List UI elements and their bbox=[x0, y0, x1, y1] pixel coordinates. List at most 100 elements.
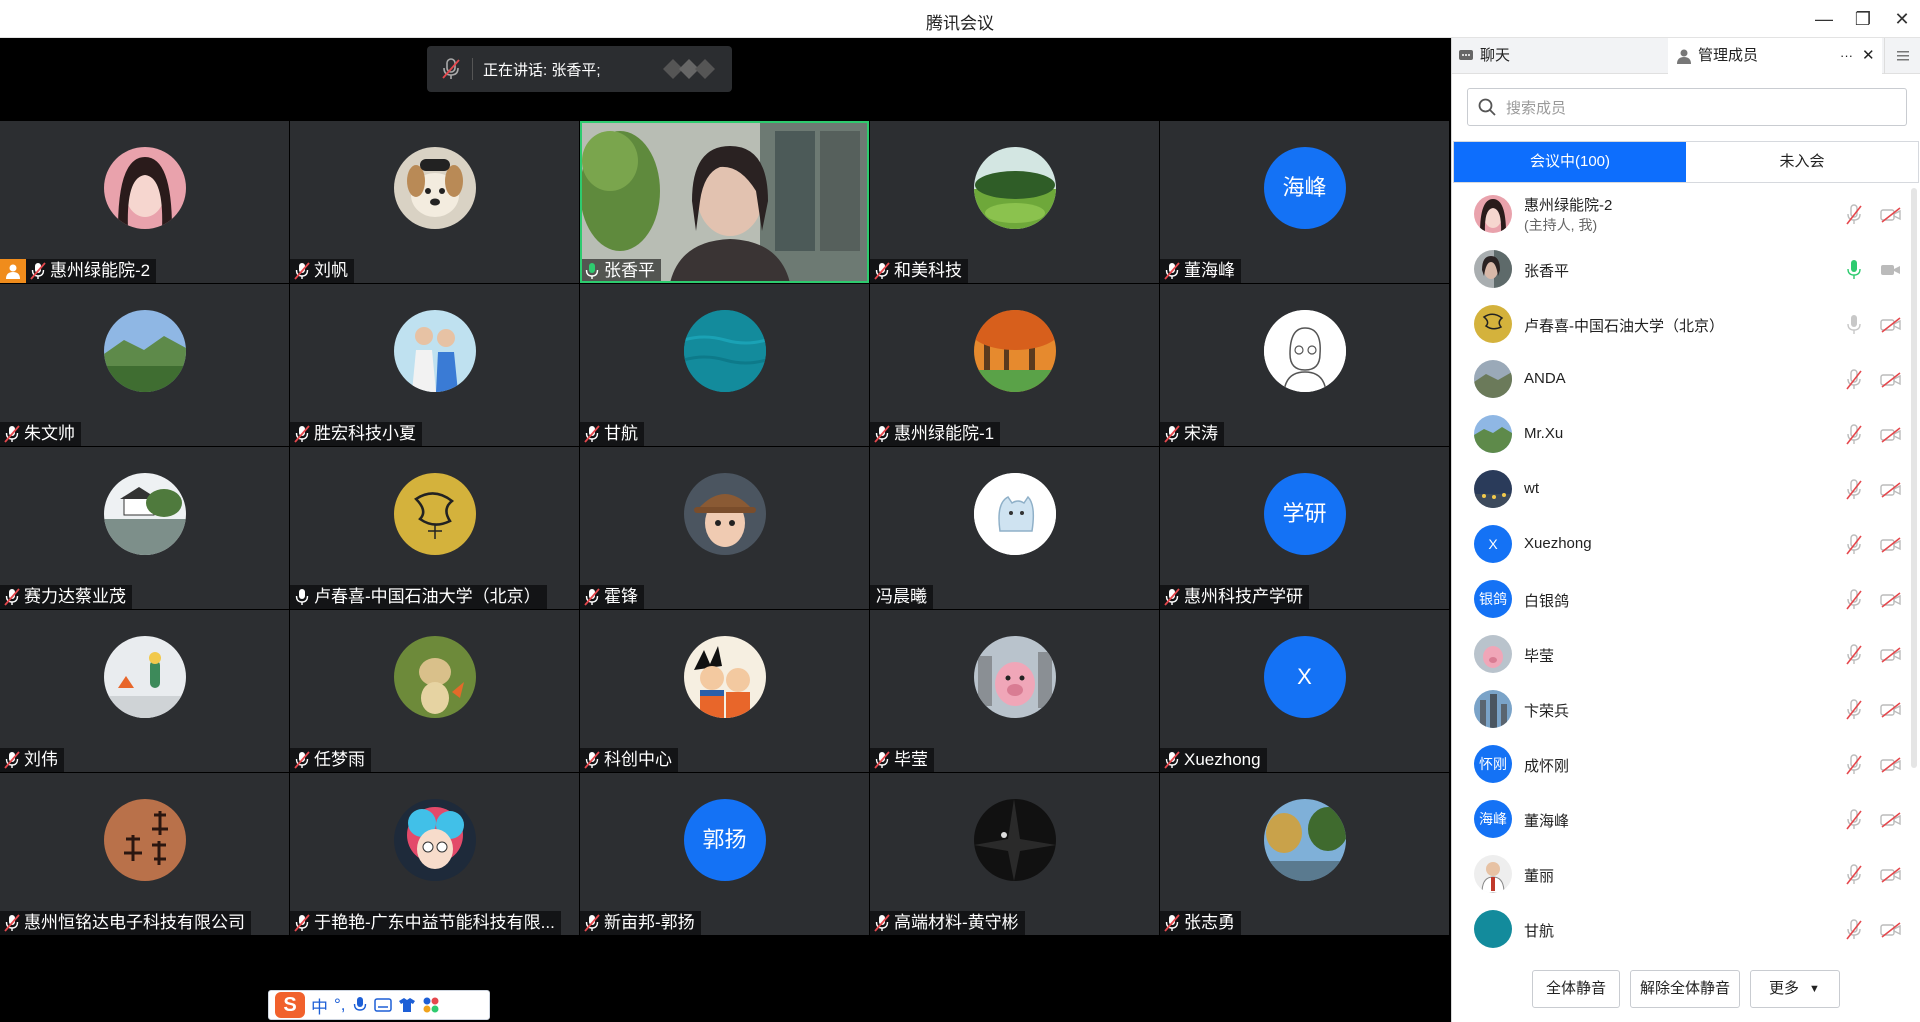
voice-input-icon[interactable] bbox=[352, 996, 368, 1014]
camera-off-icon[interactable] bbox=[1880, 372, 1902, 388]
camera-off-icon[interactable] bbox=[1880, 647, 1902, 663]
mic-muted-icon[interactable] bbox=[1845, 644, 1863, 666]
participant-name-tag: 和美科技 bbox=[870, 259, 968, 283]
video-tile[interactable]: 任梦雨 bbox=[290, 610, 579, 772]
mic-muted-icon[interactable] bbox=[1845, 204, 1863, 226]
video-tile[interactable]: 卢春喜-中国石油大学（北京） bbox=[290, 447, 579, 609]
menu-icon[interactable] bbox=[1884, 38, 1920, 74]
list-item[interactable]: 惠州绿能院-2 (主持人, 我) bbox=[1452, 188, 1920, 243]
camera-off-icon[interactable] bbox=[1880, 757, 1902, 773]
mic-on-icon bbox=[295, 589, 309, 605]
participant-name: 霍锋 bbox=[604, 587, 638, 606]
ime-lang-toggle[interactable]: 中 bbox=[311, 993, 328, 1018]
list-item[interactable]: Mr.Xu bbox=[1452, 408, 1920, 463]
video-tile[interactable]: 科创中心 bbox=[580, 610, 869, 772]
mic-muted-icon[interactable] bbox=[1845, 479, 1863, 501]
tab-not-joined[interactable]: 未入会 bbox=[1686, 142, 1918, 182]
video-tile[interactable]: 惠州恒铭达电子科技有限公司 bbox=[0, 773, 289, 935]
list-item[interactable]: ANDA bbox=[1452, 353, 1920, 408]
avatar bbox=[1474, 910, 1512, 948]
video-tile[interactable]: 高端材料-黄守彬 bbox=[870, 773, 1159, 935]
video-tile[interactable]: 宋涛 bbox=[1160, 284, 1449, 446]
video-tile[interactable]: 胜宏科技小夏 bbox=[290, 284, 579, 446]
avatar bbox=[683, 310, 766, 392]
minimize-button[interactable]: — bbox=[1810, 6, 1838, 32]
ime-punct-toggle[interactable]: °, bbox=[334, 995, 346, 1015]
list-item[interactable]: 董丽 bbox=[1452, 848, 1920, 903]
video-tile[interactable]: 赛力达蔡业茂 bbox=[0, 447, 289, 609]
camera-off-icon[interactable] bbox=[1880, 867, 1902, 883]
video-tile[interactable]: 冯晨曦 bbox=[870, 447, 1159, 609]
close-button[interactable]: ✕ bbox=[1888, 6, 1916, 32]
ime-toolbar[interactable]: S 中 °, bbox=[268, 990, 490, 1020]
video-tile[interactable]: 毕莹 bbox=[870, 610, 1159, 772]
tab-chat-label: 聊天 bbox=[1480, 47, 1511, 64]
camera-off-icon[interactable] bbox=[1880, 922, 1902, 938]
list-item[interactable]: X Xuezhong bbox=[1452, 518, 1920, 573]
mic-muted-icon[interactable] bbox=[1845, 369, 1863, 391]
video-tile[interactable]: X Xuezhong bbox=[1160, 610, 1449, 772]
list-item[interactable]: 毕莹 bbox=[1452, 628, 1920, 683]
participant-name-tag: 宋涛 bbox=[1160, 422, 1224, 446]
video-tile[interactable]: 郭扬 新亩邦-郭扬 bbox=[580, 773, 869, 935]
camera-off-icon[interactable] bbox=[1880, 592, 1902, 608]
mic-muted-icon[interactable] bbox=[1845, 534, 1863, 556]
video-tile[interactable]: 于艳艳-广东中益节能科技有限... bbox=[290, 773, 579, 935]
mic-muted-icon[interactable] bbox=[1845, 919, 1863, 941]
mic-muted-icon[interactable] bbox=[1845, 424, 1863, 446]
camera-on-icon[interactable] bbox=[1880, 262, 1902, 278]
camera-off-icon[interactable] bbox=[1880, 702, 1902, 718]
mic-muted-icon[interactable] bbox=[1845, 864, 1863, 886]
list-item[interactable]: 海峰 董海峰 bbox=[1452, 793, 1920, 848]
video-tile-active-speaker[interactable]: 张香平 bbox=[580, 121, 869, 283]
list-item[interactable]: 张香平 bbox=[1452, 243, 1920, 298]
more-options-icon[interactable]: ··· bbox=[1840, 38, 1853, 74]
restore-button[interactable]: ❐ bbox=[1849, 6, 1877, 32]
video-tile[interactable]: 惠州绿能院-1 bbox=[870, 284, 1159, 446]
list-item[interactable]: 卞荣兵 bbox=[1452, 683, 1920, 738]
list-item[interactable]: 怀刚 成怀刚 bbox=[1452, 738, 1920, 793]
camera-off-icon[interactable] bbox=[1880, 537, 1902, 553]
toolbox-icon[interactable] bbox=[422, 996, 440, 1014]
close-panel-icon[interactable]: ✕ bbox=[1862, 38, 1875, 74]
mic-muted-icon[interactable] bbox=[1845, 699, 1863, 721]
keyboard-icon[interactable] bbox=[373, 998, 392, 1012]
mic-on-icon[interactable] bbox=[1845, 314, 1863, 336]
tab-in-meeting[interactable]: 会议中(100) bbox=[1454, 142, 1686, 182]
member-name: 卞荣兵 bbox=[1524, 703, 1570, 720]
video-tile[interactable]: 惠州绿能院-2 bbox=[0, 121, 289, 283]
tab-chat[interactable]: 聊天 bbox=[1458, 38, 1666, 74]
unmute-all-button[interactable]: 解除全体静音 bbox=[1630, 970, 1740, 1008]
video-tile[interactable]: 刘帆 bbox=[290, 121, 579, 283]
participant-name-tag: 卢春喜-中国石油大学（北京） bbox=[290, 585, 547, 609]
list-item[interactable]: 银鸽 白银鸽 bbox=[1452, 573, 1920, 628]
skin-icon[interactable] bbox=[398, 997, 416, 1013]
video-tile[interactable]: 和美科技 bbox=[870, 121, 1159, 283]
camera-off-icon[interactable] bbox=[1880, 317, 1902, 333]
video-tile[interactable]: 朱文帅 bbox=[0, 284, 289, 446]
camera-off-icon[interactable] bbox=[1880, 427, 1902, 443]
list-item[interactable]: 甘航 bbox=[1452, 903, 1920, 948]
video-tile[interactable]: 张志勇 bbox=[1160, 773, 1449, 935]
video-tile[interactable]: 霍锋 bbox=[580, 447, 869, 609]
tab-members[interactable]: 管理成员 ··· ✕ bbox=[1668, 38, 1882, 74]
video-tile[interactable]: 海峰 董海峰 bbox=[1160, 121, 1449, 283]
camera-off-icon[interactable] bbox=[1880, 482, 1902, 498]
more-button[interactable]: 更多 ▼ bbox=[1750, 970, 1840, 1008]
member-search-input[interactable]: 搜索成员 bbox=[1467, 88, 1907, 126]
video-tile[interactable]: 学研 惠州科技产学研 bbox=[1160, 447, 1449, 609]
mic-muted-icon[interactable] bbox=[1845, 809, 1863, 831]
list-item[interactable]: wt bbox=[1452, 463, 1920, 518]
sogou-logo-icon[interactable]: S bbox=[275, 992, 305, 1018]
member-list-scrollbar[interactable] bbox=[1911, 188, 1917, 768]
camera-off-icon[interactable] bbox=[1880, 207, 1902, 223]
mic-muted-icon[interactable] bbox=[1845, 589, 1863, 611]
video-tile[interactable]: 甘航 bbox=[580, 284, 869, 446]
tencent-meeting-logo-icon bbox=[663, 59, 715, 79]
mic-speaking-icon[interactable] bbox=[1845, 259, 1863, 281]
video-tile[interactable]: 刘伟 bbox=[0, 610, 289, 772]
mic-muted-icon[interactable] bbox=[1845, 754, 1863, 776]
list-item[interactable]: 卢春喜-中国石油大学（北京） bbox=[1452, 298, 1920, 353]
camera-off-icon[interactable] bbox=[1880, 812, 1902, 828]
mute-all-button[interactable]: 全体静音 bbox=[1532, 970, 1620, 1008]
